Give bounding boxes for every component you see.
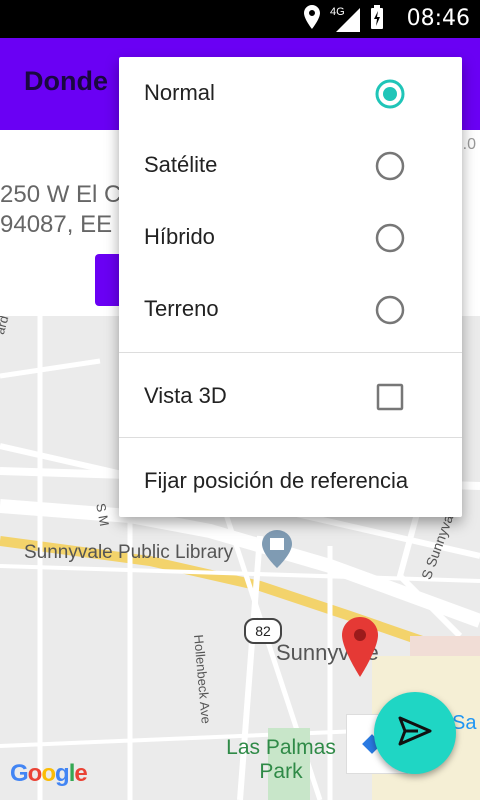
menu-item-label: Vista 3D — [144, 383, 227, 408]
location-icon — [304, 4, 320, 34]
radio-checked-icon[interactable] — [375, 79, 405, 109]
address-line-2: 94087, EE — [0, 211, 113, 238]
menu-item-normal[interactable]: Normal — [119, 57, 462, 129]
address-line-1: 250 W El C — [0, 181, 122, 208]
radio-unchecked-icon[interactable] — [375, 151, 405, 181]
menu-item-3d-view[interactable]: Vista 3D — [119, 360, 462, 432]
app-title: Donde — [24, 66, 108, 96]
address-text: 250 W El C 94087, EE — [0, 180, 121, 240]
menu-divider — [119, 437, 462, 438]
google-logo: Google — [10, 760, 88, 787]
status-time: 08:46 — [406, 6, 470, 31]
park-label: Las Palmas Park — [226, 736, 336, 783]
menu-item-label: Satélite — [144, 152, 218, 177]
checkbox-icon[interactable] — [375, 382, 405, 412]
menu-item-label: Fijar posición de referencia — [144, 468, 409, 493]
menu-item-label: Híbrido — [144, 224, 215, 249]
send-fab-button[interactable] — [374, 692, 456, 774]
menu-item-label: Normal — [144, 80, 215, 105]
network-type: 4G — [330, 6, 345, 18]
status-icons: 4G — [304, 4, 384, 34]
send-icon — [398, 716, 432, 751]
menu-divider — [119, 352, 462, 353]
menu-item-label: Terreno — [144, 296, 219, 321]
library-label: Sunnyvale Public Library — [24, 542, 234, 563]
menu-item-satellite[interactable]: Satélite — [119, 129, 462, 201]
menu-item-terrain[interactable]: Terreno — [119, 273, 462, 345]
radio-unchecked-icon[interactable] — [375, 295, 405, 325]
radio-unchecked-icon[interactable] — [375, 223, 405, 253]
menu-item-hybrid[interactable]: Híbrido — [119, 201, 462, 273]
battery-icon — [370, 4, 384, 34]
map-type-menu: Normal Satélite Híbrido Terreno Vista 3D… — [119, 57, 462, 517]
signal-icon: 4G — [330, 6, 360, 32]
status-bar: 4G 08:46 — [0, 0, 480, 38]
menu-item-set-reference[interactable]: Fijar posición de referencia — [119, 445, 462, 517]
